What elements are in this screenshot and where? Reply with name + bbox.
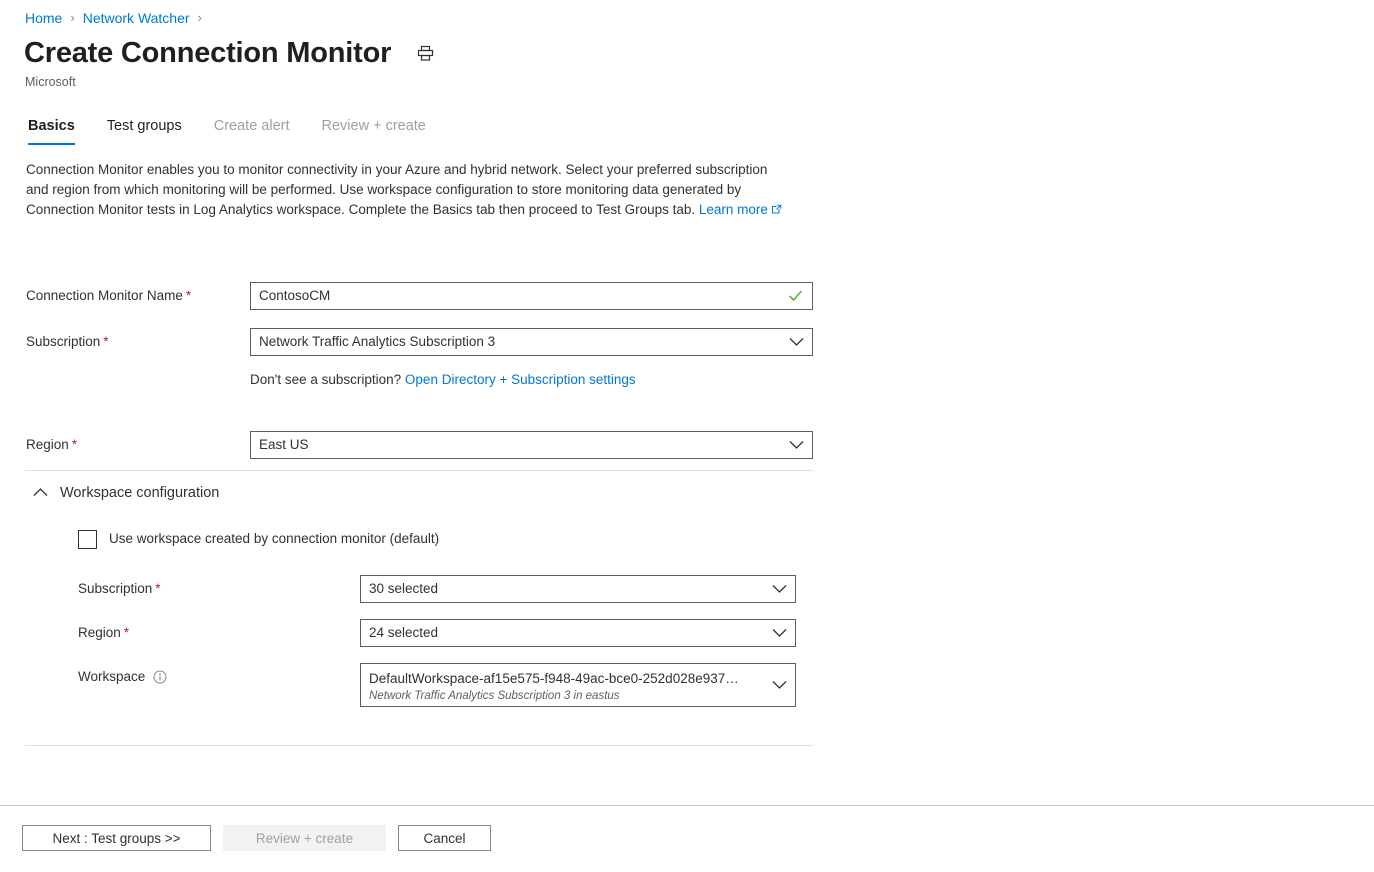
footer-action-bar: Next : Test groups >> Review + create Ca… [22, 825, 503, 851]
subscription-value: Network Traffic Analytics Subscription 3 [259, 333, 495, 351]
connection-monitor-name-value: ContosoCM [259, 287, 330, 305]
tab-create-alert: Create alert [214, 112, 304, 145]
tab-basics[interactable]: Basics [28, 112, 89, 145]
required-marker: * [72, 437, 77, 452]
page-header: Create Connection Monitor [24, 36, 437, 70]
page-subtitle: Microsoft [25, 74, 76, 90]
validation-check-icon [788, 290, 803, 303]
subscription-hint: Don't see a subscription? Open Directory… [250, 370, 636, 390]
chevron-down-icon [772, 629, 787, 638]
field-row-workspace-subscription: Subscription* 30 selected [78, 575, 796, 603]
chevron-down-icon [772, 681, 787, 690]
cancel-button[interactable]: Cancel [398, 825, 491, 851]
breadcrumb-separator-icon: › [70, 8, 74, 28]
workspace-region-dropdown[interactable]: 24 selected [360, 619, 796, 647]
label-connection-monitor-name: Connection Monitor Name* [26, 282, 250, 306]
open-directory-subscription-settings-link[interactable]: Open Directory + Subscription settings [405, 372, 636, 387]
section-divider-top [25, 470, 813, 471]
workspace-configuration-section-header[interactable]: Workspace configuration [33, 483, 219, 503]
use-default-workspace-checkbox-row[interactable]: Use workspace created by connection moni… [78, 529, 439, 549]
breadcrumb-item-home[interactable]: Home [25, 8, 62, 28]
chevron-down-icon [789, 338, 804, 347]
printer-icon-glyph [417, 45, 434, 62]
label-region: Region* [26, 431, 250, 455]
info-icon[interactable] [153, 670, 167, 684]
section-divider-bottom [25, 745, 813, 746]
use-default-workspace-checkbox[interactable] [78, 530, 97, 549]
region-dropdown[interactable]: East US [250, 431, 813, 459]
chevron-down-icon [789, 441, 804, 450]
field-row-region: Region* East US [26, 431, 813, 459]
description-text: Connection Monitor enables you to monito… [26, 162, 767, 217]
review-create-button: Review + create [223, 825, 386, 851]
workspace-value: DefaultWorkspace-af15e575-f948-49ac-bce0… [369, 670, 739, 688]
wizard-tabs: Basics Test groups Create alert Review +… [28, 112, 458, 145]
subscription-dropdown[interactable]: Network Traffic Analytics Subscription 3 [250, 328, 813, 356]
chevron-down-icon [772, 585, 787, 594]
page-title: Create Connection Monitor [24, 36, 391, 70]
required-marker: * [103, 334, 108, 349]
connection-monitor-name-input[interactable]: ContosoCM [250, 282, 813, 310]
label-workspace: Workspace [78, 663, 360, 687]
workspace-subscription-dropdown[interactable]: 30 selected [360, 575, 796, 603]
external-link-icon [771, 201, 782, 221]
next-test-groups-button[interactable]: Next : Test groups >> [22, 825, 211, 851]
breadcrumb: Home › Network Watcher › [25, 8, 210, 28]
required-marker: * [155, 581, 160, 596]
required-marker: * [124, 625, 129, 640]
required-marker: * [186, 288, 191, 303]
workspace-region-value: 24 selected [369, 624, 438, 642]
subscription-hint-text: Don't see a subscription? [250, 372, 405, 387]
workspace-configuration-label: Workspace configuration [60, 483, 219, 503]
region-value: East US [259, 436, 309, 454]
printer-icon[interactable] [413, 41, 437, 65]
breadcrumb-item-network-watcher[interactable]: Network Watcher [83, 8, 190, 28]
use-default-workspace-label: Use workspace created by connection moni… [109, 529, 439, 549]
label-subscription: Subscription* [26, 328, 250, 352]
field-row-connection-monitor-name: Connection Monitor Name* ContosoCM [26, 282, 813, 310]
footer-separator [0, 805, 1374, 806]
label-workspace-subscription: Subscription* [78, 575, 360, 599]
field-row-subscription: Subscription* Network Traffic Analytics … [26, 328, 813, 356]
field-row-workspace: Workspace DefaultWorkspace-af15e575-f948… [78, 663, 796, 707]
workspace-subtext: Network Traffic Analytics Subscription 3… [369, 689, 620, 704]
workspace-dropdown[interactable]: DefaultWorkspace-af15e575-f948-49ac-bce0… [360, 663, 796, 707]
label-workspace-region: Region* [78, 619, 360, 643]
breadcrumb-separator-icon: › [198, 8, 202, 28]
chevron-up-icon [33, 484, 48, 502]
tab-test-groups[interactable]: Test groups [107, 112, 196, 145]
create-connection-monitor-page: Home › Network Watcher › Create Connecti… [0, 0, 1374, 872]
workspace-subscription-value: 30 selected [369, 580, 438, 598]
page-description: Connection Monitor enables you to monito… [26, 160, 786, 221]
field-row-workspace-region: Region* 24 selected [78, 619, 796, 647]
learn-more-link[interactable]: Learn more [699, 202, 768, 217]
tab-review-create: Review + create [322, 112, 440, 145]
